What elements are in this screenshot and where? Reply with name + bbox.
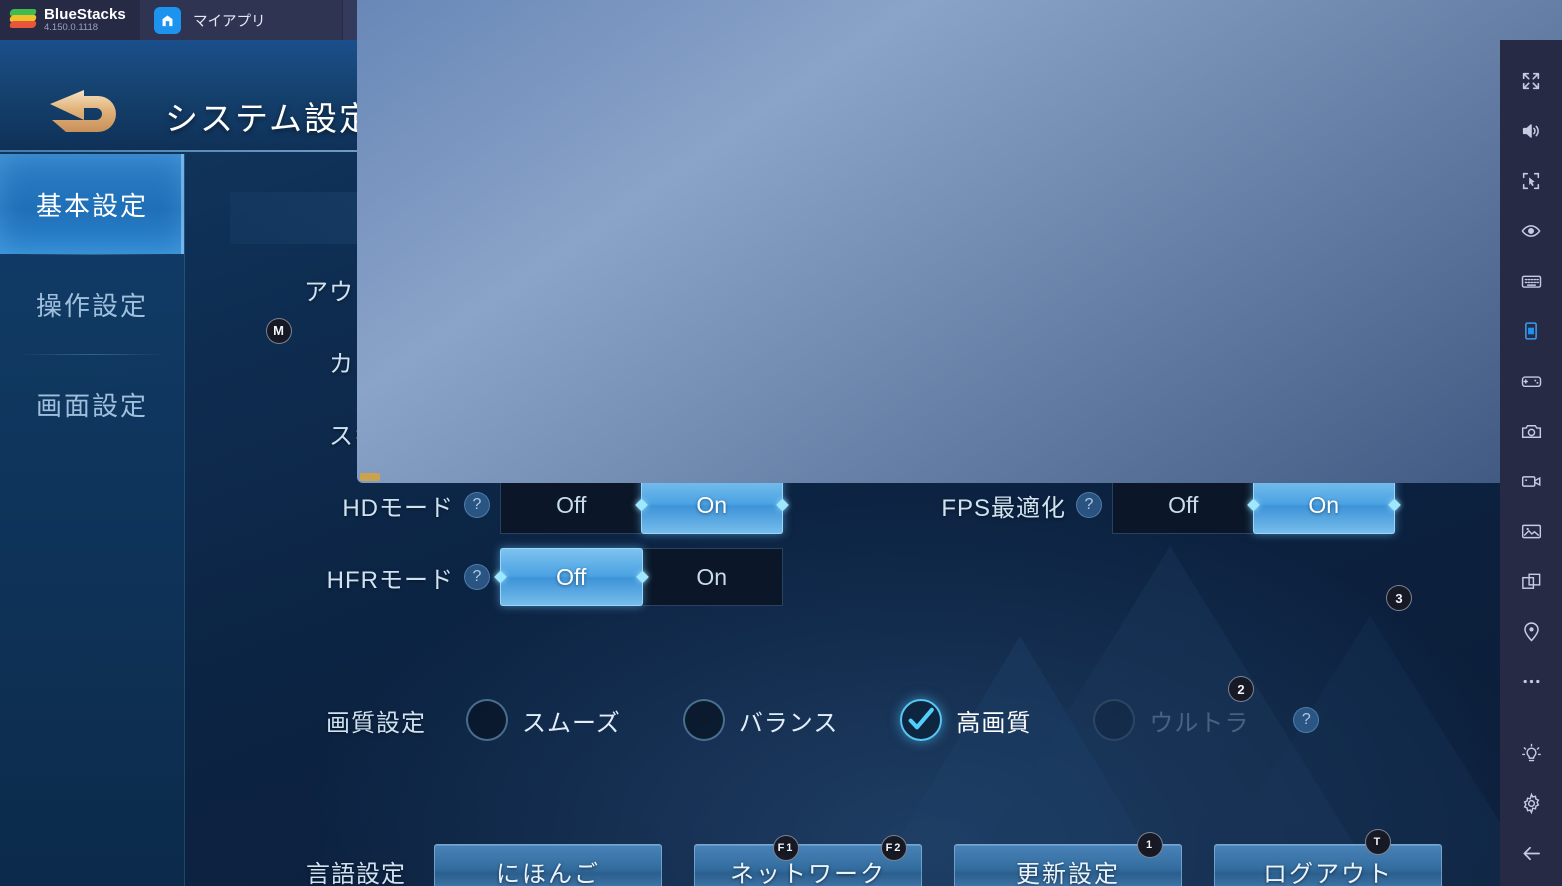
bluestacks-titlebar: BlueStacks 4.150.0.1118 マイアプリ モバレ	[0, 0, 1562, 483]
key-badge-2[interactable]: 2	[1228, 676, 1254, 702]
quality-option-smooth[interactable]: スムーズ	[466, 699, 621, 741]
toggle-hfr-mode[interactable]: Off On	[500, 548, 783, 606]
radio-circle-icon	[682, 699, 725, 741]
volume-icon[interactable]	[1500, 106, 1562, 156]
sidebar-item-control-settings[interactable]: 操作設定	[0, 254, 184, 354]
network-button-label: ネットワーク	[730, 860, 886, 886]
help-icon[interactable]: ?	[1076, 492, 1102, 518]
quality-setting-row: 画質設定 スムーズ バランス 高画質 ウルトラ ?	[326, 699, 1329, 741]
help-icon[interactable]: ?	[464, 492, 490, 518]
key-badge-3[interactable]: 3	[1386, 585, 1412, 611]
bluestacks-tool-sidebar	[1500, 40, 1562, 886]
setting-row-fps-optimization: FPS最適化 ? Off On	[876, 474, 1476, 536]
location-pin-icon[interactable]	[1500, 606, 1562, 656]
language-label: 言語設定	[306, 860, 406, 886]
quality-option-label: バランス	[738, 709, 839, 737]
update-settings-button-label: 更新設定	[1016, 860, 1120, 886]
toggle-option-on[interactable]: On	[1252, 476, 1395, 534]
quality-option-ultra: ウルトラ	[1093, 699, 1249, 741]
quality-option-label: ウルトラ	[1149, 709, 1250, 737]
eye-icon[interactable]	[1500, 206, 1562, 256]
toggle-option-on[interactable]: On	[640, 476, 783, 534]
language-button-label: にほんご	[496, 860, 600, 886]
key-badge-t[interactable]: T	[1365, 829, 1391, 855]
setting-label: FPS最適化	[941, 494, 1066, 522]
language-button[interactable]: にほんご	[434, 844, 662, 886]
key-badge-m[interactable]: M	[266, 317, 292, 344]
setting-label: HDモード	[342, 494, 454, 522]
bottom-action-bar: 言語設定 にほんご F1 ネットワーク F2 1 更新設定 T ログアウト	[306, 829, 1474, 886]
tab-game[interactable]: モバレ	[343, 0, 1562, 483]
back-arrow-icon[interactable]	[1500, 828, 1562, 878]
quality-option-label: 高画質	[956, 709, 1032, 737]
toggle-fps-optimization[interactable]: Off On	[1112, 476, 1395, 534]
update-settings-button[interactable]: 1 更新設定	[954, 832, 1182, 886]
key-badge-f2[interactable]: F2	[881, 835, 907, 861]
back-button[interactable]	[40, 88, 132, 144]
sidebar-item-basic-settings[interactable]: 基本設定	[0, 154, 184, 254]
more-options-icon[interactable]	[1500, 656, 1562, 706]
multi-instance-icon[interactable]	[1500, 556, 1562, 606]
key-badge-1[interactable]: 1	[1137, 832, 1163, 858]
sidebar-item-label: 基本設定	[35, 190, 148, 221]
rotate-screen-icon[interactable]	[1500, 306, 1562, 356]
setting-row-hfr-mode: HFRモード ? Off On	[244, 546, 844, 608]
fullscreen-icon[interactable]	[1500, 56, 1562, 106]
toggle-option-off[interactable]: Off	[500, 548, 643, 606]
brand-version: 4.150.0.1118	[44, 22, 99, 34]
cursor-select-icon[interactable]	[1500, 156, 1562, 206]
page-title: システム設定	[165, 100, 375, 137]
bluestacks-brand: BlueStacks 4.150.0.1118	[0, 0, 140, 40]
screenshot-camera-icon[interactable]	[1500, 406, 1562, 456]
record-video-icon[interactable]	[1500, 456, 1562, 506]
help-icon[interactable]: ?	[464, 564, 490, 590]
quality-help-icon[interactable]: ?	[1293, 707, 1320, 733]
brand-name: BlueStacks	[44, 5, 126, 23]
home-icon	[154, 6, 181, 34]
app-root: BlueStacks 4.150.0.1118 マイアプリ モバレ	[0, 0, 1562, 886]
toggle-option-off[interactable]: Off	[501, 477, 642, 533]
radio-circle-icon	[1093, 699, 1136, 741]
key-badge-f1[interactable]: F1	[773, 835, 799, 861]
quality-label: 画質設定	[326, 709, 426, 737]
toggle-option-off[interactable]: Off	[1113, 477, 1254, 533]
tab-my-apps-label: マイアプリ	[193, 13, 266, 30]
radio-checked-icon	[900, 699, 943, 741]
sidebar-item-display-settings[interactable]: 画面設定	[0, 354, 184, 454]
toggle-hd-mode[interactable]: Off On	[500, 476, 783, 534]
logout-button-label: ログアウト	[1263, 860, 1393, 886]
sidebar-item-label: 操作設定	[35, 290, 148, 321]
tips-bulb-icon[interactable]	[1500, 728, 1562, 778]
network-button[interactable]: F1 ネットワーク F2	[694, 835, 922, 886]
settings-gear-icon[interactable]	[1500, 778, 1562, 828]
game-thumbnail-icon	[357, 0, 1562, 483]
toggle-option-on[interactable]: On	[642, 549, 783, 605]
radio-circle-icon	[466, 699, 508, 741]
gamepad-icon[interactable]	[1500, 356, 1562, 406]
logout-button[interactable]: T ログアウト	[1214, 829, 1442, 886]
setting-row-hd-mode: HDモード ? Off On	[244, 474, 844, 536]
quality-option-high[interactable]: 高画質	[900, 699, 1031, 741]
media-gallery-icon[interactable]	[1500, 506, 1562, 556]
quality-option-label: スムーズ	[522, 709, 621, 737]
settings-nav: 基本設定 操作設定 画面設定	[0, 154, 185, 886]
tab-my-apps[interactable]: マイアプリ	[140, 0, 343, 40]
bluestacks-tab-strip: マイアプリ モバレ	[140, 0, 1562, 483]
quality-option-balance[interactable]: バランス	[682, 699, 839, 741]
sidebar-item-label: 画面設定	[35, 390, 148, 421]
keyboard-icon[interactable]	[1500, 256, 1562, 306]
bluestacks-logo-icon	[8, 9, 38, 31]
setting-label: HFRモード	[326, 566, 454, 594]
